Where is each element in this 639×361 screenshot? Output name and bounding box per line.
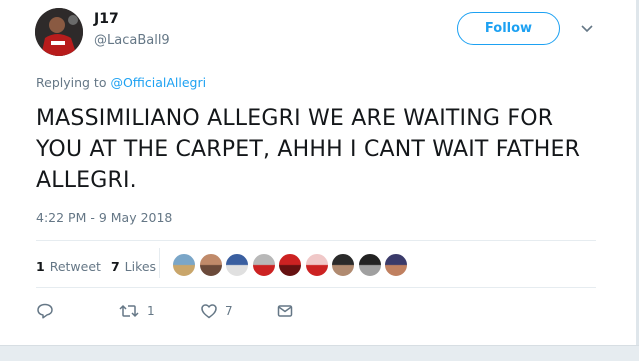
tweet-stats: 1 Retweet 7 Likes (36, 256, 166, 276)
replying-to: Replying to @OfficialAllegri (36, 75, 206, 90)
likes-stat[interactable]: 7 Likes (111, 259, 156, 274)
like-action-count: 7 (225, 304, 233, 318)
likes-count: 7 (110, 258, 120, 274)
author-name[interactable]: J17 (94, 11, 119, 27)
likes-label: Likes (124, 258, 157, 274)
message-action[interactable] (276, 302, 294, 320)
retweet-action[interactable]: 1 (118, 302, 155, 320)
liker-avatar[interactable] (198, 253, 223, 277)
follow-button[interactable]: Follow (457, 12, 560, 45)
author-handle[interactable]: @LacaBall9 (94, 33, 170, 48)
stats-separator (159, 248, 160, 278)
heart-icon (201, 304, 217, 319)
like-action[interactable]: 7 (200, 302, 233, 320)
liker-avatar[interactable] (357, 253, 382, 277)
replying-prefix: Replying to (36, 75, 107, 90)
reply-icon (37, 303, 53, 319)
liker-avatars (172, 253, 411, 277)
tweet-text: MASSIMILIANO ALLEGRI WE ARE WAITING FOR … (36, 106, 581, 193)
retweet-icon (119, 304, 139, 318)
divider-bottom (36, 287, 596, 288)
divider-top (36, 240, 596, 241)
page-bottom (0, 345, 639, 361)
tweet-timestamp[interactable]: 4:22 PM - 9 May 2018 (36, 210, 172, 225)
liker-avatar[interactable] (304, 253, 329, 277)
liker-avatar[interactable] (278, 253, 302, 277)
retweet-count: 1 (36, 258, 45, 274)
author-avatar[interactable] (35, 8, 83, 56)
liker-avatar[interactable] (225, 253, 249, 277)
retweet-stat[interactable]: 1 Retweet (36, 259, 101, 274)
retweet-action-count: 1 (147, 304, 155, 318)
liker-avatar[interactable] (384, 253, 408, 277)
envelope-icon (277, 305, 293, 317)
retweet-label: Retweet (49, 258, 101, 274)
liker-avatar[interactable] (331, 253, 355, 277)
liker-avatar[interactable] (172, 253, 196, 277)
replying-mention-link[interactable]: @OfficialAllegri (110, 75, 206, 90)
chevron-down-icon[interactable] (580, 24, 594, 34)
reply-action[interactable] (36, 302, 54, 320)
liker-avatar[interactable] (251, 253, 276, 277)
